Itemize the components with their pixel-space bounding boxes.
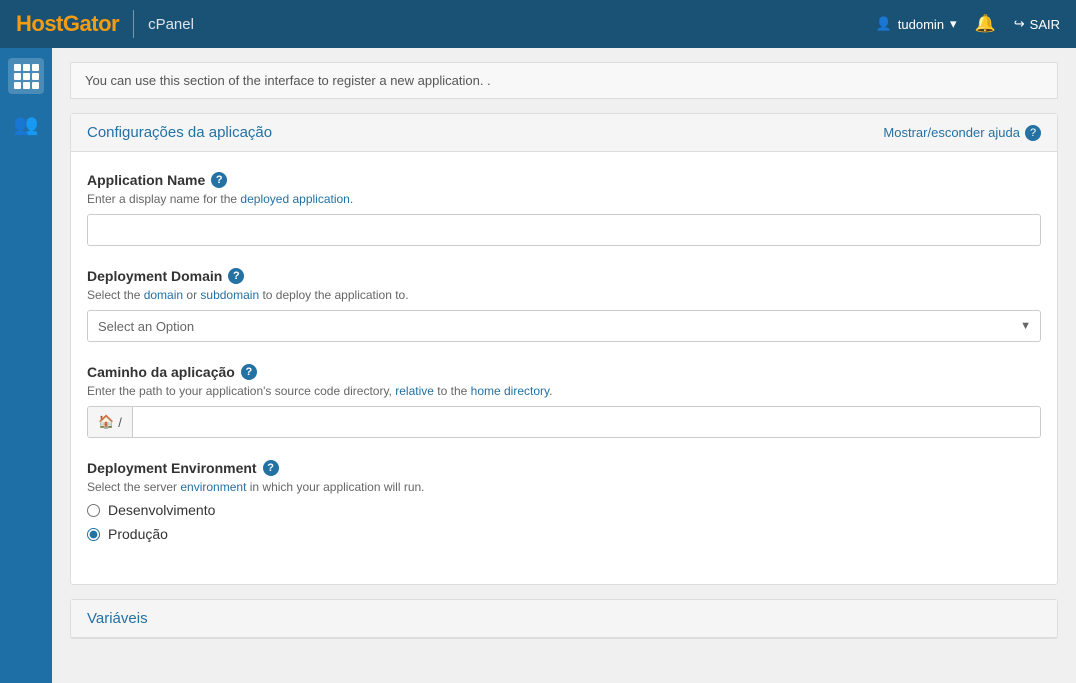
deployment-domain-label: Deployment Domain ? bbox=[87, 268, 1041, 284]
env-production-option[interactable]: Produção bbox=[87, 526, 1041, 542]
app-path-input-group: 🏠 / bbox=[87, 406, 1041, 438]
env-production-radio[interactable] bbox=[87, 528, 100, 541]
variables-card: Variáveis bbox=[70, 599, 1058, 639]
app-path-prefix: 🏠 / bbox=[88, 407, 133, 437]
app-name-help-icon[interactable]: ? bbox=[211, 172, 227, 188]
deployment-domain-help-icon[interactable]: ? bbox=[228, 268, 244, 284]
hint-subdomain-link: subdomain bbox=[200, 288, 259, 302]
deployment-env-label: Deployment Environment ? bbox=[87, 460, 1041, 476]
config-card-title: Configurações da aplicação bbox=[87, 124, 272, 141]
hint-env-link: environment bbox=[180, 480, 246, 494]
sidebar-item-users[interactable]: 👥 bbox=[8, 106, 44, 142]
user-menu[interactable]: 👤 tudomin ▾ bbox=[876, 16, 957, 32]
logo: HostGator bbox=[16, 11, 119, 37]
info-text: You can use this section of the interfac… bbox=[85, 73, 491, 88]
deployment-env-hint: Select the server environment in which y… bbox=[87, 480, 1041, 494]
header-divider bbox=[133, 10, 134, 38]
app-path-label-text: Caminho da aplicação bbox=[87, 364, 235, 380]
sidebar: 👥 bbox=[0, 48, 52, 683]
hint-domain-link: domain bbox=[144, 288, 183, 302]
env-development-label: Desenvolvimento bbox=[108, 502, 215, 518]
cpanel-label: cPanel bbox=[148, 16, 194, 33]
home-icon: 🏠 bbox=[98, 414, 114, 430]
env-development-radio[interactable] bbox=[87, 504, 100, 517]
deployment-domain-select[interactable]: Select an Option bbox=[87, 310, 1041, 342]
header: HostGator cPanel 👤 tudomin ▾ 🔔 ↪ SAIR bbox=[0, 0, 1076, 48]
app-name-label: Application Name ? bbox=[87, 172, 1041, 188]
layout: 👥 You can use this section of the interf… bbox=[0, 48, 1076, 683]
app-name-input[interactable] bbox=[87, 214, 1041, 246]
help-toggle-link[interactable]: Mostrar/esconder ajuda ? bbox=[883, 125, 1041, 141]
users-icon: 👥 bbox=[14, 112, 39, 137]
app-name-group: Application Name ? Enter a display name … bbox=[87, 172, 1041, 246]
main-content: You can use this section of the interfac… bbox=[52, 48, 1076, 683]
user-icon: 👤 bbox=[876, 16, 892, 32]
deployment-env-radio-group: Desenvolvimento Produção bbox=[87, 502, 1041, 542]
config-card-body: Application Name ? Enter a display name … bbox=[71, 152, 1057, 584]
deployment-domain-hint: Select the domain or subdomain to deploy… bbox=[87, 288, 1041, 302]
help-toggle-icon: ? bbox=[1025, 125, 1041, 141]
user-dropdown-icon: ▾ bbox=[950, 16, 957, 32]
deployment-env-help-icon[interactable]: ? bbox=[263, 460, 279, 476]
hint-home-link: home directory bbox=[471, 384, 549, 398]
logo-gator: Gator bbox=[63, 11, 119, 36]
app-path-input[interactable] bbox=[133, 407, 1040, 437]
notifications-button[interactable]: 🔔 bbox=[975, 14, 996, 34]
header-right: 👤 tudomin ▾ 🔔 ↪ SAIR bbox=[876, 14, 1060, 34]
deployment-domain-group: Deployment Domain ? Select the domain or… bbox=[87, 268, 1041, 342]
logo-host: Host bbox=[16, 11, 63, 36]
info-bar: You can use this section of the interfac… bbox=[70, 62, 1058, 99]
deployment-domain-label-text: Deployment Domain bbox=[87, 268, 222, 284]
help-toggle-label: Mostrar/esconder ajuda bbox=[883, 125, 1020, 140]
grid-icon bbox=[14, 64, 39, 89]
path-separator: / bbox=[118, 415, 122, 430]
exit-label: SAIR bbox=[1030, 17, 1060, 32]
variables-card-header: Variáveis bbox=[71, 600, 1057, 638]
app-path-label: Caminho da aplicação ? bbox=[87, 364, 1041, 380]
deployment-env-label-text: Deployment Environment bbox=[87, 460, 257, 476]
hint-relative-link: relative bbox=[395, 384, 434, 398]
app-path-help-icon[interactable]: ? bbox=[241, 364, 257, 380]
variables-card-title: Variáveis bbox=[87, 610, 148, 627]
app-name-hint: Enter a display name for the deployed ap… bbox=[87, 192, 1041, 206]
exit-icon: ↪ bbox=[1014, 16, 1025, 32]
deployment-domain-select-wrapper: Select an Option ▼ bbox=[87, 310, 1041, 342]
config-card: Configurações da aplicação Mostrar/escon… bbox=[70, 113, 1058, 585]
env-production-label: Produção bbox=[108, 526, 168, 542]
app-path-group: Caminho da aplicação ? Enter the path to… bbox=[87, 364, 1041, 438]
username: tudomin bbox=[898, 17, 944, 32]
config-card-header: Configurações da aplicação Mostrar/escon… bbox=[71, 114, 1057, 152]
env-development-option[interactable]: Desenvolvimento bbox=[87, 502, 1041, 518]
app-path-hint: Enter the path to your application's sou… bbox=[87, 384, 1041, 398]
app-name-label-text: Application Name bbox=[87, 172, 205, 188]
deployment-env-group: Deployment Environment ? Select the serv… bbox=[87, 460, 1041, 542]
app-name-hint-link: deployed application bbox=[240, 192, 349, 206]
logout-button[interactable]: ↪ SAIR bbox=[1014, 16, 1060, 32]
sidebar-item-grid[interactable] bbox=[8, 58, 44, 94]
